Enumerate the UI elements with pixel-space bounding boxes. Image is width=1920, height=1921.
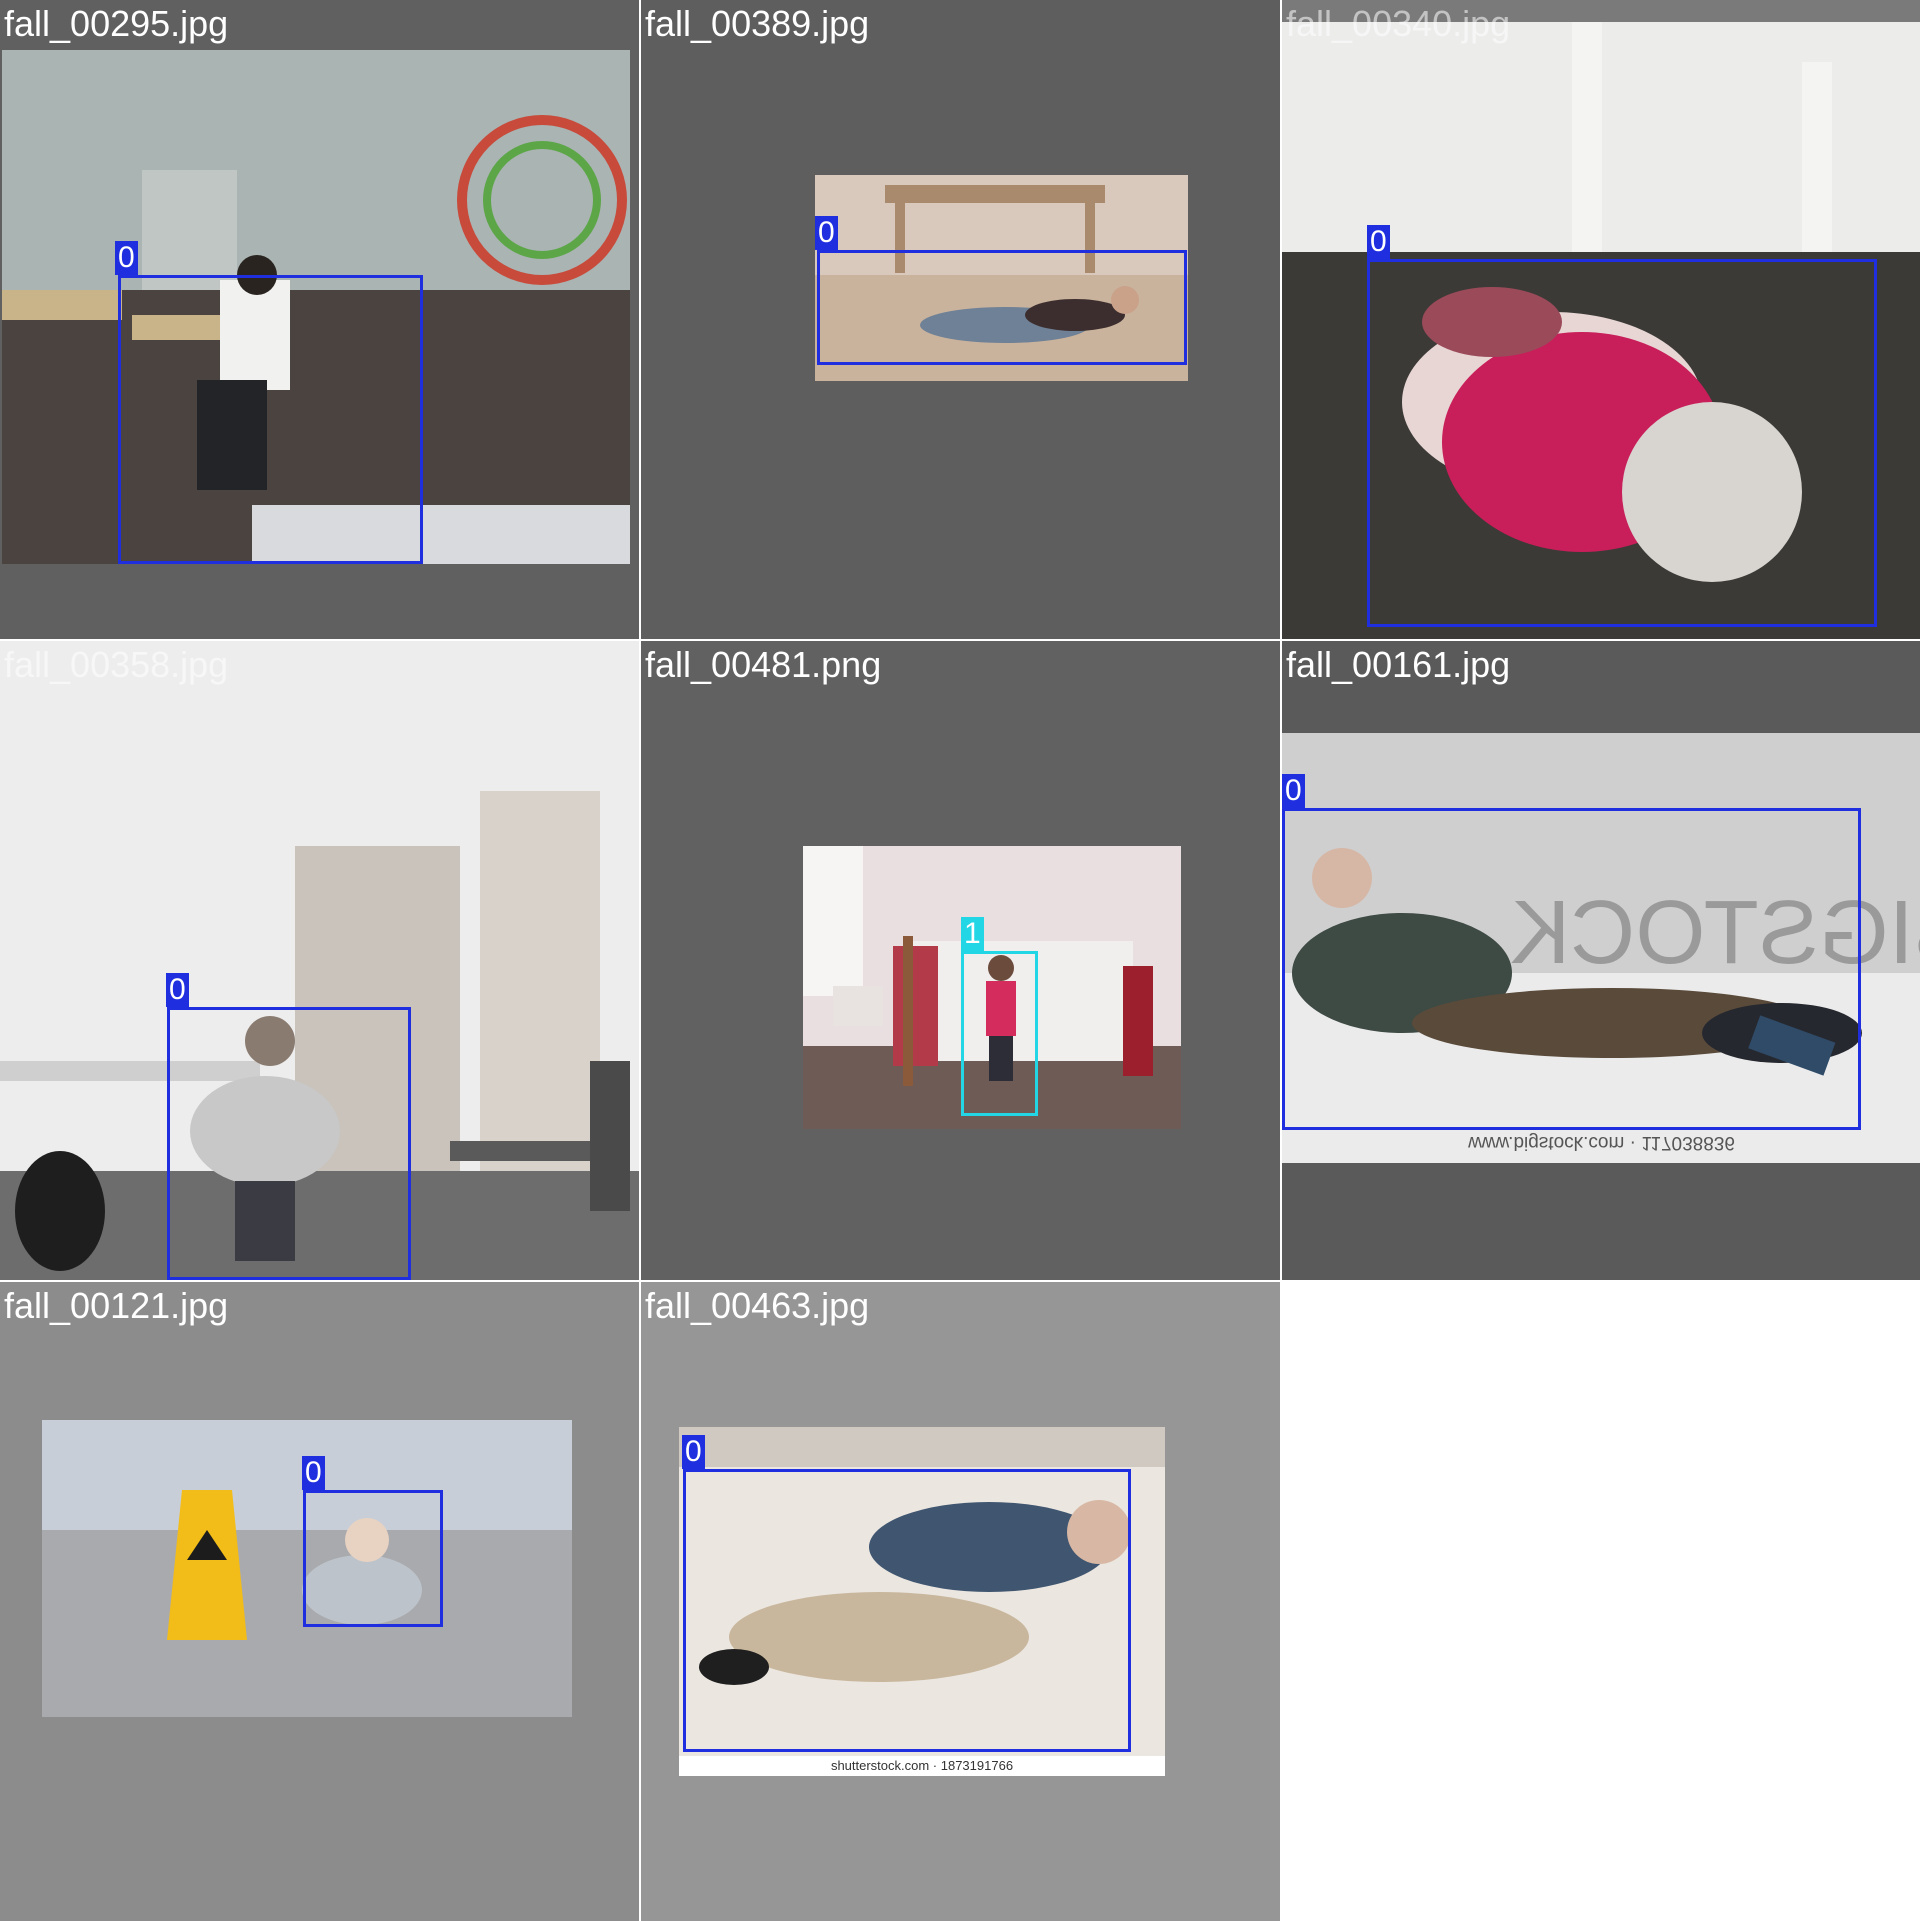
- detection-box: [1367, 259, 1877, 627]
- detection-box: [167, 1007, 411, 1280]
- image-tile[interactable]: fall_00340.jpg 0: [1282, 0, 1920, 639]
- image-tile[interactable]: BIGSTOCK fall_00161.jpg 0 www.bigstock.c…: [1282, 641, 1920, 1280]
- class-label: 0: [1282, 774, 1305, 808]
- tile-filename: fall_00481.png: [645, 644, 882, 685]
- tile-filename: fall_00295.jpg: [4, 3, 229, 44]
- class-label: 0: [115, 241, 138, 275]
- image-tile[interactable]: fall_00463.jpg 0 shutterstock.com · 1873…: [641, 1282, 1280, 1921]
- tile-filename: fall_00389.jpg: [645, 3, 870, 44]
- class-label: 0: [166, 973, 189, 1007]
- image-tile[interactable]: fall_00121.jpg 0: [0, 1282, 639, 1921]
- detection-box: [817, 250, 1187, 365]
- detection-box: [1282, 808, 1861, 1130]
- image-tile[interactable]: fall_00481.png 1: [641, 641, 1280, 1280]
- mosaic-grid: fall_00295.jpg 0 fall_00389.jpg 0 fall_0…: [0, 0, 1920, 1921]
- detection-box: [961, 951, 1038, 1116]
- tile-filename: fall_00121.jpg: [4, 1285, 229, 1326]
- detection-box: [303, 1490, 443, 1627]
- tile-filename: fall_00358.jpg: [4, 644, 229, 685]
- class-label: 0: [815, 216, 838, 250]
- image-tile[interactable]: fall_00358.jpg 0: [0, 641, 639, 1280]
- image-tile[interactable]: fall_00295.jpg 0: [0, 0, 639, 639]
- tile-filename: fall_00340.jpg: [1286, 3, 1511, 44]
- class-label: 0: [302, 1456, 325, 1490]
- detection-box: [118, 275, 423, 564]
- class-label: 0: [682, 1435, 705, 1469]
- image-tile[interactable]: fall_00389.jpg 0: [641, 0, 1280, 639]
- tile-filename: fall_00463.jpg: [645, 1285, 870, 1326]
- watermark-text: shutterstock.com · 1873191766: [830, 1758, 1014, 1773]
- class-label: 0: [1367, 225, 1390, 259]
- watermark-text: www.bigstock.com · 117038836: [1468, 1132, 1735, 1153]
- detection-box: [683, 1469, 1131, 1752]
- tile-filename: fall_00161.jpg: [1286, 644, 1511, 685]
- class-label: 1: [961, 917, 984, 951]
